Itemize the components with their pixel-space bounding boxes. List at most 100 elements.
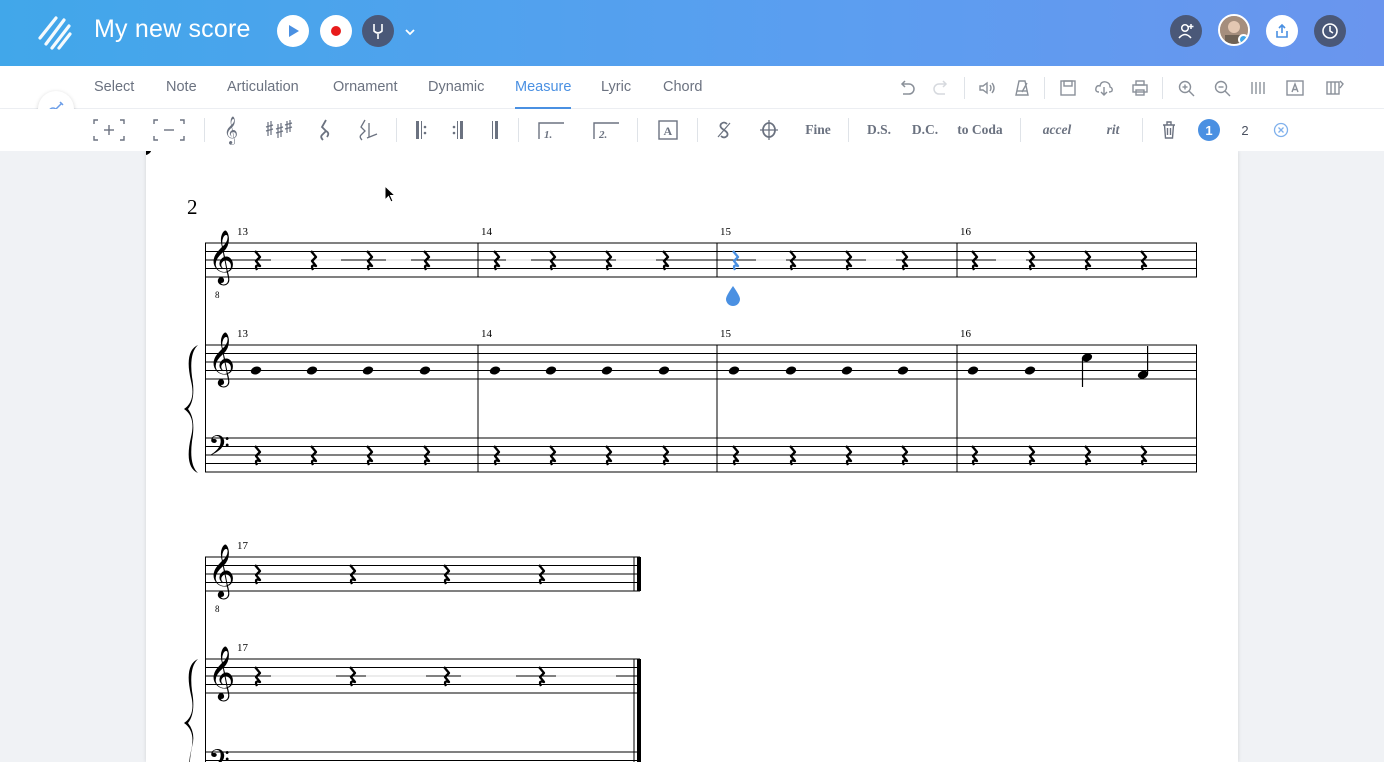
close-icon [1273, 122, 1289, 138]
final-barline [637, 659, 641, 762]
to-coda-button[interactable]: to Coda [954, 118, 1006, 142]
clef-button[interactable]: 𝄞 [220, 116, 242, 144]
metronome-icon[interactable] [1012, 79, 1032, 97]
brace [184, 659, 198, 762]
repeat-end-icon [452, 121, 463, 139]
treble-clef-icon: 𝄞 [208, 230, 235, 285]
save-icon[interactable] [1058, 79, 1078, 97]
app-header: My new score [0, 0, 1384, 66]
score-canvas[interactable]: 2 𝄞 8 𝄞 𝄢 13 14 15 16 13 14 15 16 𝄞 8 𝄞 … [0, 151, 1384, 762]
repeat-start-button[interactable] [413, 118, 429, 142]
page-2-button[interactable]: 2 [1234, 119, 1256, 141]
tab-note[interactable]: Note [166, 79, 197, 95]
play-button[interactable] [277, 15, 309, 47]
ending-2-icon: 2. [593, 122, 619, 141]
chevron-down-icon[interactable] [402, 24, 418, 40]
score-title[interactable]: My new score [94, 15, 251, 44]
add-measure-icon [93, 119, 125, 141]
repeat-end-button[interactable] [450, 118, 466, 142]
octave-8-label: 8 [215, 604, 220, 614]
segno-button[interactable] [715, 118, 733, 142]
divider [204, 118, 205, 142]
tab-chord[interactable]: Chord [663, 79, 703, 95]
undo-icon[interactable] [897, 79, 917, 97]
svg-text:2.: 2. [598, 129, 607, 141]
rit-button[interactable]: rit [1100, 118, 1126, 142]
print-icon[interactable] [1130, 79, 1150, 97]
octave-8-label: 8 [215, 290, 220, 300]
measure-number: 14 [481, 328, 493, 340]
text-box-button[interactable]: A [657, 118, 679, 142]
delete-button[interactable] [1159, 118, 1179, 142]
treble-note-c5 [1081, 353, 1093, 387]
dc-button[interactable]: D.C. [910, 118, 940, 142]
tab-dynamic[interactable]: Dynamic [428, 79, 484, 95]
text-settings-icon[interactable] [1285, 79, 1305, 97]
avatar[interactable] [1218, 14, 1250, 46]
tab-select[interactable]: Select [94, 79, 134, 95]
logo-icon[interactable] [36, 12, 76, 52]
divider [1020, 118, 1021, 142]
ending-2-button[interactable]: 2. [591, 118, 621, 142]
zoom-in-icon[interactable] [1177, 79, 1197, 97]
add-collaborator-icon [1178, 23, 1194, 39]
measure-number: 16 [960, 226, 972, 238]
treble-clef-icon: 𝄞 [208, 646, 235, 701]
close-toolbar-button[interactable] [1272, 118, 1290, 142]
record-icon [331, 26, 341, 36]
tab-articulation[interactable]: Articulation [227, 79, 299, 95]
svg-text:A: A [664, 124, 673, 138]
score-notation[interactable]: 𝄞 8 𝄞 𝄢 13 14 15 16 13 14 15 16 𝄞 8 𝄞 17… [146, 151, 1238, 762]
sound-icon[interactable] [977, 79, 997, 97]
key-signature-button[interactable] [263, 118, 293, 142]
ds-button[interactable]: D.S. [864, 118, 894, 142]
share-icon [1276, 23, 1288, 38]
score-page[interactable]: 2 𝄞 8 𝄞 𝄢 13 14 15 16 13 14 15 16 𝄞 8 𝄞 … [146, 151, 1238, 762]
redo-icon[interactable] [931, 79, 951, 97]
accel-button[interactable]: accel [1036, 118, 1078, 142]
bass-clef-icon: 𝄢 [208, 432, 230, 469]
remove-measure-button[interactable] [153, 118, 185, 142]
divider [637, 118, 638, 142]
fine-button[interactable]: Fine [800, 118, 836, 142]
share-button[interactable] [1266, 15, 1298, 47]
tab-lyric[interactable]: Lyric [601, 79, 631, 95]
divider [1044, 77, 1045, 99]
add-collaborator-button[interactable] [1170, 15, 1202, 47]
history-button[interactable] [1314, 15, 1346, 47]
ending-1-icon: 1. [538, 122, 564, 141]
measure-number: 17 [237, 540, 249, 552]
time-signature-button[interactable] [316, 118, 334, 142]
time-signature-icon [320, 119, 330, 141]
remove-measure-icon [153, 119, 185, 141]
divider [396, 118, 397, 142]
treble-notes [146, 151, 152, 156]
tab-measure[interactable]: Measure [515, 79, 572, 109]
measure-number: 14 [481, 226, 493, 238]
pickup-button[interactable] [356, 118, 378, 142]
ending-1-button[interactable]: 1. [536, 118, 566, 142]
brace [184, 345, 198, 473]
treble-clef-icon: 𝄞 [208, 544, 235, 599]
divider [964, 77, 965, 99]
zoom-out-icon[interactable] [1213, 79, 1233, 97]
add-measure-button[interactable] [93, 118, 125, 142]
tuning-fork-button[interactable] [362, 15, 394, 47]
tab-ornament[interactable]: Ornament [333, 79, 397, 95]
measure-toolbar: 𝄞 1. 2. A Fine D.S. D.C. to Coda accel r… [0, 109, 1384, 151]
page-1-button[interactable]: 1 [1198, 119, 1220, 141]
record-button[interactable] [320, 15, 352, 47]
input-caret-icon [726, 286, 740, 306]
measure-number: 13 [237, 328, 249, 340]
page-view-icon[interactable] [1248, 79, 1268, 97]
instruments-icon[interactable] [1325, 79, 1345, 97]
download-icon[interactable] [1094, 79, 1114, 97]
coda-button[interactable] [759, 118, 779, 142]
double-barline-button[interactable] [487, 118, 503, 142]
mouse-cursor-icon [384, 185, 397, 203]
delete-icon [1163, 121, 1175, 139]
divider [1162, 77, 1163, 99]
measure-number: 16 [960, 328, 972, 340]
final-barline [637, 557, 641, 591]
segno-icon [717, 121, 731, 139]
